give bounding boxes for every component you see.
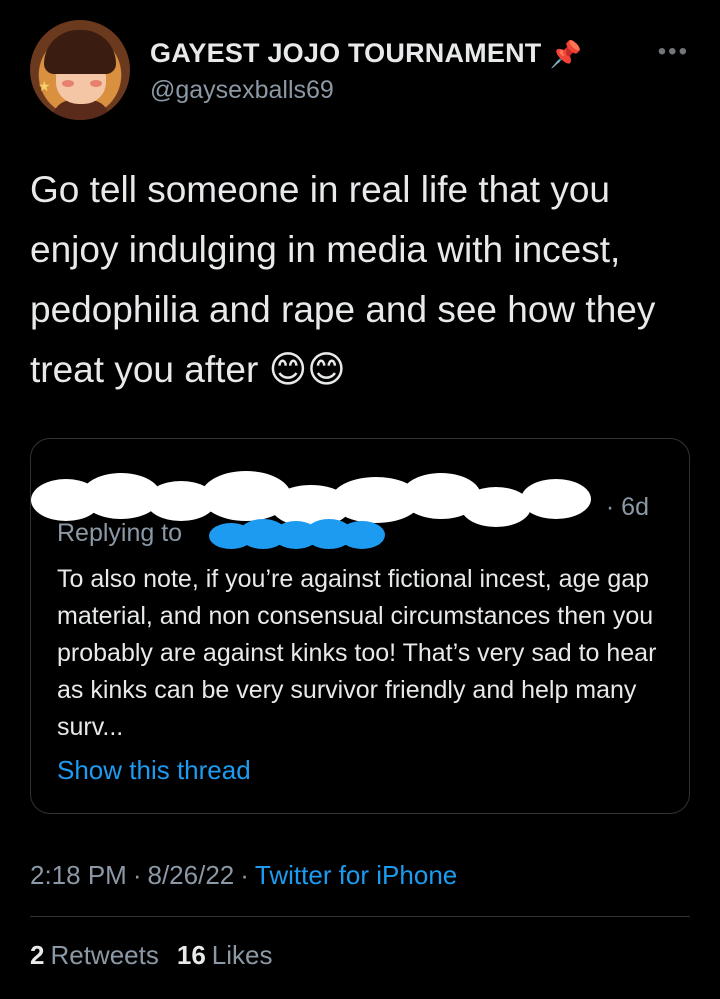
display-name[interactable]: GAYEST JOJO TOURNAMENT <box>150 38 541 69</box>
user-handle[interactable]: @gaysexballs69 <box>150 76 334 105</box>
tweet-date[interactable]: 8/26/22 <box>148 860 235 891</box>
avatar[interactable]: ★ <box>30 20 130 120</box>
likes-stat[interactable]: 16 Likes <box>177 940 273 971</box>
separator-dot: · <box>132 860 142 890</box>
pushpin-icon: 📌 <box>549 38 582 69</box>
source-link[interactable]: Twitter for iPhone <box>255 860 457 891</box>
avatar-blush-right <box>90 80 102 87</box>
name-row: GAYEST JOJO TOURNAMENT 📌 <box>150 38 582 69</box>
likes-label: Likes <box>211 940 273 970</box>
tweet-time[interactable]: 2:18 PM <box>30 860 127 891</box>
quoted-tweet-text: To also note, if you’re against fictiona… <box>57 565 657 741</box>
avatar-hair <box>44 30 116 74</box>
replying-to-label: Replying to <box>57 519 183 547</box>
avatar-blush-left <box>62 80 74 87</box>
engagement-stats: 2 Retweets 16 Likes <box>30 940 272 971</box>
tweet-text: Go tell someone in real life that you en… <box>30 169 656 390</box>
retweets-stat[interactable]: 2 Retweets <box>30 940 159 971</box>
tweet-header: ★ GAYEST JOJO TOURNAMENT 📌 @gaysexballs6… <box>30 20 695 130</box>
retweets-count: 2 <box>30 940 45 970</box>
retweets-label: Retweets <box>50 940 159 970</box>
separator-dot: · <box>240 860 249 890</box>
tweet-metadata: 2:18 PM · 8/26/22 · Twitter for iPhone <box>30 860 457 891</box>
quoted-tweet-meta: · 6d <box>31 463 691 527</box>
divider <box>30 916 690 917</box>
quoted-tweet-card[interactable]: · 6d Replying to To also note, if you’re… <box>30 438 690 814</box>
show-thread-link[interactable]: Show this thread <box>57 755 251 786</box>
more-horizontal-icon[interactable]: ••• <box>658 40 689 64</box>
quoted-tweet-age: · 6d <box>605 493 649 521</box>
star-icon: ★ <box>38 78 51 94</box>
redaction-scribble-blue <box>209 517 389 551</box>
likes-count: 16 <box>176 940 206 970</box>
